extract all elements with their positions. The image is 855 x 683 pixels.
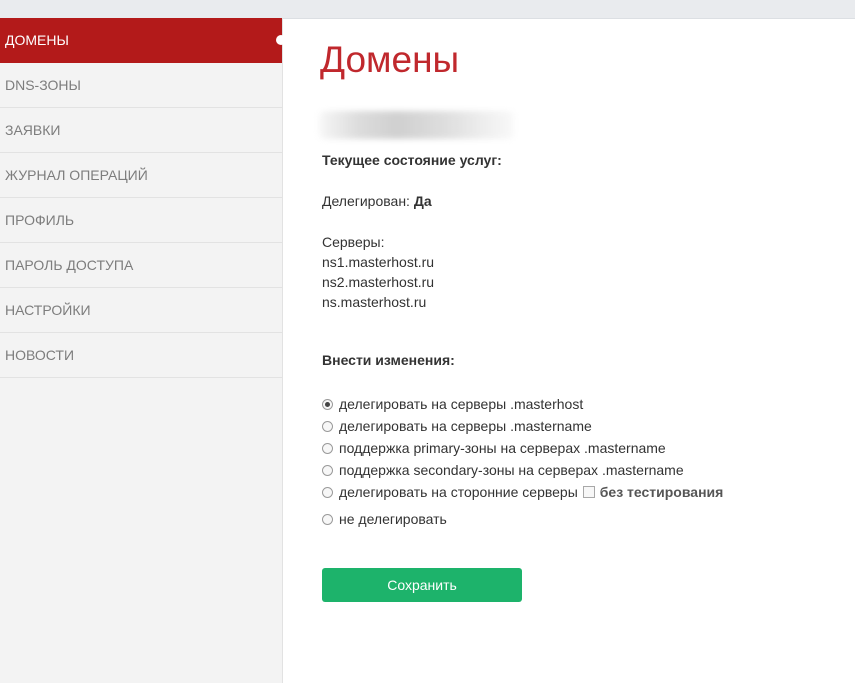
sidebar-item-news[interactable]: НОВОСТИ <box>0 333 282 378</box>
radio-button[interactable] <box>322 513 333 525</box>
server-item: ns1.masterhost.ru <box>322 254 435 270</box>
option-delegate-mastername[interactable]: делегировать на серверы .mastername <box>322 415 723 437</box>
radio-button[interactable] <box>322 420 333 432</box>
sidebar-item-operations-log[interactable]: ЖУРНАЛ ОПЕРАЦИЙ <box>0 153 282 198</box>
option-no-delegation[interactable]: не делегировать <box>322 508 723 530</box>
sidebar: ДОМЕНЫ DNS-ЗОНЫ ЗАЯВКИ ЖУРНАЛ ОПЕРАЦИЙ П… <box>0 18 286 683</box>
delegation-options: делегировать на серверы .masterhost деле… <box>322 393 723 530</box>
option-label: не делегировать <box>339 511 447 527</box>
servers-block: Серверы: ns1.masterhost.ru ns2.masterhos… <box>322 232 434 312</box>
save-button[interactable]: Сохранить <box>322 568 522 602</box>
sidebar-item-domains[interactable]: ДОМЕНЫ <box>0 18 286 63</box>
changes-heading: Внести изменения: <box>322 352 455 368</box>
sidebar-item-label: ЗАЯВКИ <box>5 122 61 138</box>
option-label: делегировать на серверы .masterhost <box>339 396 584 412</box>
delegation-status: Делегирован: Да <box>322 193 432 209</box>
no-testing-checkbox[interactable] <box>582 486 595 498</box>
sidebar-item-requests[interactable]: ЗАЯВКИ <box>0 108 282 153</box>
sidebar-item-dns-zones[interactable]: DNS-ЗОНЫ <box>0 63 282 108</box>
radio-button[interactable] <box>322 464 333 476</box>
sidebar-item-label: DNS-ЗОНЫ <box>5 77 81 93</box>
page-title: Домены <box>320 39 460 80</box>
sidebar-item-access-password[interactable]: ПАРОЛЬ ДОСТУПА <box>0 243 282 288</box>
option-label: делегировать на серверы .mastername <box>339 418 592 434</box>
server-item: ns.masterhost.ru <box>322 294 427 310</box>
sidebar-item-label: ПРОФИЛЬ <box>5 212 75 228</box>
option-label: поддержка secondary-зоны на серверах .ma… <box>339 462 684 478</box>
main-content: Домены Текущее состояние услуг: Делегиро… <box>283 19 855 683</box>
top-bar <box>0 0 855 19</box>
option-secondary-zone[interactable]: поддержка secondary-зоны на серверах .ma… <box>322 459 723 481</box>
option-primary-zone[interactable]: поддержка primary-зоны на серверах .mast… <box>322 437 723 459</box>
sidebar-item-label: НАСТРОЙКИ <box>5 302 91 318</box>
sidebar-item-profile[interactable]: ПРОФИЛЬ <box>0 198 282 243</box>
option-delegate-masterhost[interactable]: делегировать на серверы .masterhost <box>322 393 723 415</box>
sidebar-item-label: ПАРОЛЬ ДОСТУПА <box>5 257 134 273</box>
radio-button[interactable] <box>322 442 333 454</box>
radio-button[interactable] <box>322 486 333 498</box>
delegated-label: Делегирован: <box>322 193 410 209</box>
sidebar-item-label: НОВОСТИ <box>5 347 75 363</box>
option-label: поддержка primary-зоны на серверах .mast… <box>339 440 666 456</box>
option-third-party-servers[interactable]: делегировать на сторонние серверы без те… <box>322 481 723 503</box>
servers-label: Серверы: <box>322 234 385 250</box>
server-item: ns2.masterhost.ru <box>322 274 435 290</box>
sidebar-item-label: ДОМЕНЫ <box>5 32 69 48</box>
option-label: делегировать на сторонние серверы <box>339 484 578 500</box>
sidebar-item-settings[interactable]: НАСТРОЙКИ <box>0 288 282 333</box>
delegated-value: Да <box>413 193 432 209</box>
no-testing-label: без тестирования <box>599 484 724 500</box>
sidebar-item-label: ЖУРНАЛ ОПЕРАЦИЙ <box>5 167 148 183</box>
radio-button[interactable] <box>322 398 333 410</box>
current-state-heading: Текущее состояние услуг: <box>322 152 502 168</box>
blurred-domain-name <box>319 111 514 139</box>
